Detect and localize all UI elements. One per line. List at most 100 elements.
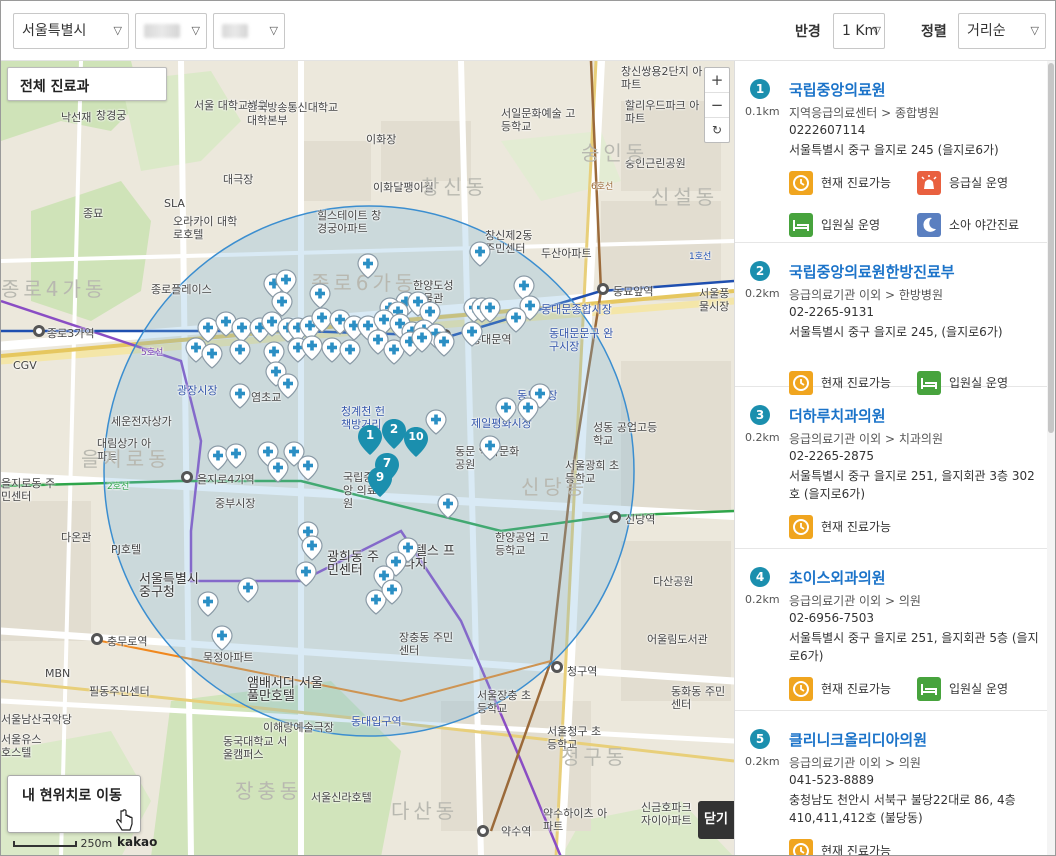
hospital-name-link[interactable]: 더하루치과의원 [789,405,886,426]
hospital-list-item[interactable]: 1 0.1km 국립중앙의료원 지역응급의료센터 > 종합병원 0222607114 서울… [735,79,1048,243]
hand-cursor-icon [116,809,133,831]
hospital-pin-icon[interactable] [267,457,289,483]
map-label: 동대문문구 완구시장 [549,327,614,353]
radius-select[interactable]: 1 Km ▽ [833,13,885,49]
clock-icon [789,371,813,395]
subway-station-marker[interactable] [91,633,103,645]
chevron-down-icon: ▽ [191,24,200,37]
hospital-list-item[interactable]: 3 0.2km 더하루치과의원 응급의료기관 이외 > 치과의원 02-2265-287… [735,405,1048,549]
map-label: 종묘 [83,207,104,220]
redacted-value [144,24,180,38]
map-label: 힐스테이트 창경궁아파트 [317,209,382,235]
hospital-pin-icon[interactable] [201,343,223,369]
numbered-marker[interactable]: 1 [358,425,382,455]
dong-select[interactable]: ▽ [213,13,285,49]
hospital-name-link[interactable]: 국립중앙의료원한방진료부 [789,261,955,282]
hospital-list-item[interactable]: 5 0.2km 클리니크올리디아의원 응급의료기관 이외 > 의원 041-523-88… [735,729,1048,855]
hospital-pin-icon[interactable] [295,561,317,587]
hospital-pin-icon[interactable] [297,455,319,481]
hospital-pin-icon[interactable] [301,535,323,561]
hospital-list-item[interactable]: 2 0.2km 국립중앙의료원한방진료부 응급의료기관 이외 > 한방병원 02-226… [735,261,1048,395]
distance-text: 0.2km [745,755,780,768]
service-badge-label: 현재 진료가능 [821,520,892,534]
map-district-label: 을지로동 [81,447,171,471]
zoom-out-button[interactable]: − [705,93,729,118]
numbered-marker[interactable]: 9 [368,467,392,497]
hospital-name-link[interactable]: 초이스외과의원 [789,567,886,588]
map-district-label: 장충동 [235,779,303,803]
hospital-results-list[interactable]: 1 0.1km 국립중앙의료원 지역응급의료센터 > 종합병원 0222607114 서울… [734,61,1055,855]
scrollbar-thumb[interactable] [1048,63,1054,433]
map-label: 대극장 [223,173,254,186]
hospital-pin-icon[interactable] [433,331,455,357]
zoom-in-button[interactable]: + [705,68,729,93]
hospital-pin-icon[interactable] [505,307,527,333]
subway-station-marker[interactable] [597,283,609,295]
subway-station-marker[interactable] [477,825,489,837]
hospital-pin-icon[interactable] [425,409,447,435]
rank-badge: 1 [750,79,770,99]
map-label: 약수하이츠 아파트 [543,807,608,833]
region-select[interactable]: 서울특별시 ▽ [13,13,129,49]
hospital-pin-icon[interactable] [479,435,501,461]
clock-icon [789,171,813,195]
hospital-list-item[interactable]: 4 0.2km 초이스외과의원 응급의료기관 이외 > 의원 02-6956-7503 서… [735,567,1048,711]
map-label: 장충동 주민센터 [399,631,454,657]
hospital-pin-icon[interactable] [517,397,539,423]
hospital-pin-icon[interactable] [461,321,483,347]
numbered-marker[interactable]: 10 [404,427,428,457]
map-label: 동대문종합시장 [541,303,612,316]
hospital-pin-icon[interactable] [309,283,331,309]
marker-number: 1 [365,428,375,442]
map-label: 청구역 [567,665,598,678]
numbered-marker[interactable]: 2 [382,419,406,449]
map-district-label: 창신동 [421,175,489,199]
map-label: 한국방송통신대학교 대학본부 [247,101,339,127]
rank-badge: 3 [750,405,770,425]
hospital-pin-icon[interactable] [301,335,323,361]
hospital-pin-icon[interactable] [237,577,259,603]
map-label: 다온관 [61,531,92,544]
hospital-category: 응급의료기관 이외 > 의원 [789,594,921,608]
hospital-pin-icon[interactable] [211,625,233,651]
hospital-pin-icon[interactable] [381,579,403,605]
hospital-pin-icon[interactable] [229,339,251,365]
subway-station-marker[interactable] [181,471,193,483]
hospital-pin-icon[interactable] [339,339,361,365]
map-label: 서울남산국악당 [1,713,72,726]
hospital-category: 응급의료기관 이외 > 치과의원 [789,432,943,446]
refresh-button[interactable]: ↻ [705,118,729,143]
hospital-pin-icon[interactable] [479,297,501,323]
hospital-phone: 02-6956-7503 [789,611,875,625]
hospital-pin-icon[interactable] [225,443,247,469]
hospital-phone: 02-2265-9131 [789,305,875,319]
department-filter-button[interactable]: 전체 진료과 [7,67,167,101]
close-button[interactable]: 닫기 [698,801,734,839]
scrollbar[interactable] [1047,61,1055,855]
zoom-control: + − ↻ [704,67,730,143]
rank-badge: 4 [750,567,770,587]
sort-select[interactable]: 거리순 ▽ [958,13,1046,49]
hospital-pin-icon[interactable] [469,241,491,267]
clock-icon [789,839,813,855]
subway-station-marker[interactable] [551,661,563,673]
hospital-pin-icon[interactable] [437,493,459,519]
hospital-name-link[interactable]: 국립중앙의료원 [789,79,886,100]
hospital-pin-icon[interactable] [277,373,299,399]
map-label: 서울유스 호스텔 [1,733,42,759]
district-select[interactable]: ▽ [135,13,207,49]
rank-badge: 2 [750,261,770,281]
service-badge: 입원실 운영 [917,371,1008,395]
subway-station-marker[interactable] [33,325,45,337]
distance-text: 0.2km [745,593,780,606]
hospital-pin-icon[interactable] [495,397,517,423]
subway-station-marker[interactable] [609,511,621,523]
region-select-value: 서울특별시 [22,23,87,39]
hospital-pin-icon[interactable] [357,253,379,279]
hospital-name-link[interactable]: 클리니크올리디아의원 [789,729,927,750]
hospital-pin-icon[interactable] [197,591,219,617]
hospital-pin-icon[interactable] [229,383,251,409]
map-view[interactable]: 서울 대학교병원 한국방송통신대학교 대학본부 이화장 서일문화예술 고등학교 … [1,61,734,855]
map-label: SLA [164,197,185,210]
hospital-pin-icon[interactable] [411,327,433,353]
